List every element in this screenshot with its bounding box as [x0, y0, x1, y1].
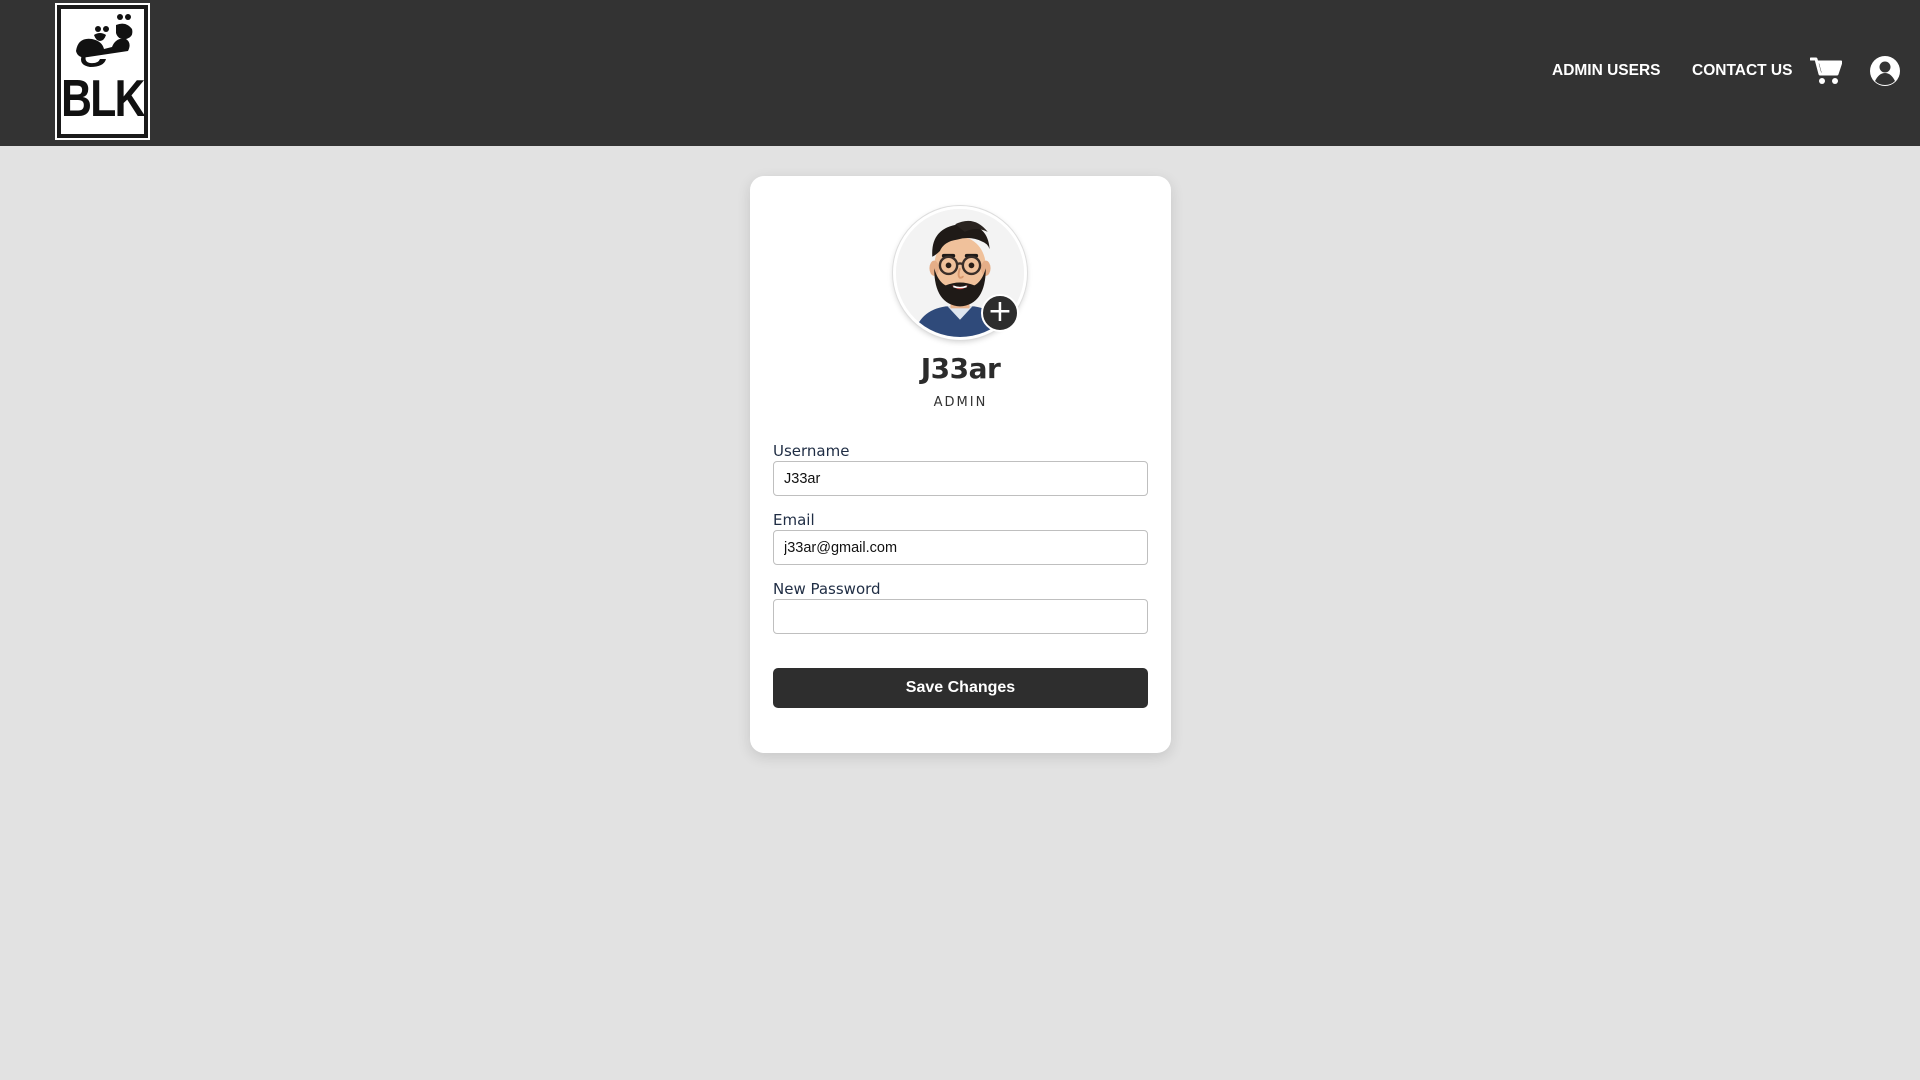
save-changes-button[interactable]: Save Changes	[773, 668, 1148, 708]
cart-icon[interactable]	[1809, 56, 1843, 86]
email-label: Email	[773, 511, 815, 529]
new-password-label: New Password	[773, 580, 881, 598]
profile-name: J33ar	[920, 352, 1001, 385]
username-input[interactable]	[773, 461, 1148, 496]
logo-arabic-calligraphy	[75, 14, 132, 67]
logo-text: BLK	[61, 70, 145, 128]
username-label: Username	[773, 442, 850, 460]
brand-logo[interactable]: BLK	[55, 3, 150, 140]
add-avatar-button[interactable]: +	[981, 294, 1019, 332]
avatar-container: +	[893, 206, 1027, 340]
nav-contact-us-link[interactable]: CONTACT US	[1692, 62, 1792, 80]
user-circle-icon[interactable]	[1869, 55, 1901, 87]
profile-card: + J33ar ADMIN Username Email New Passwor…	[750, 176, 1171, 753]
top-header: BLK ADMIN USERS CONTACT US	[0, 0, 1920, 146]
nav-admin-users-link[interactable]: ADMIN USERS	[1552, 62, 1661, 80]
profile-role: ADMIN	[933, 395, 988, 410]
new-password-input[interactable]	[773, 599, 1148, 634]
email-input[interactable]	[773, 530, 1148, 565]
